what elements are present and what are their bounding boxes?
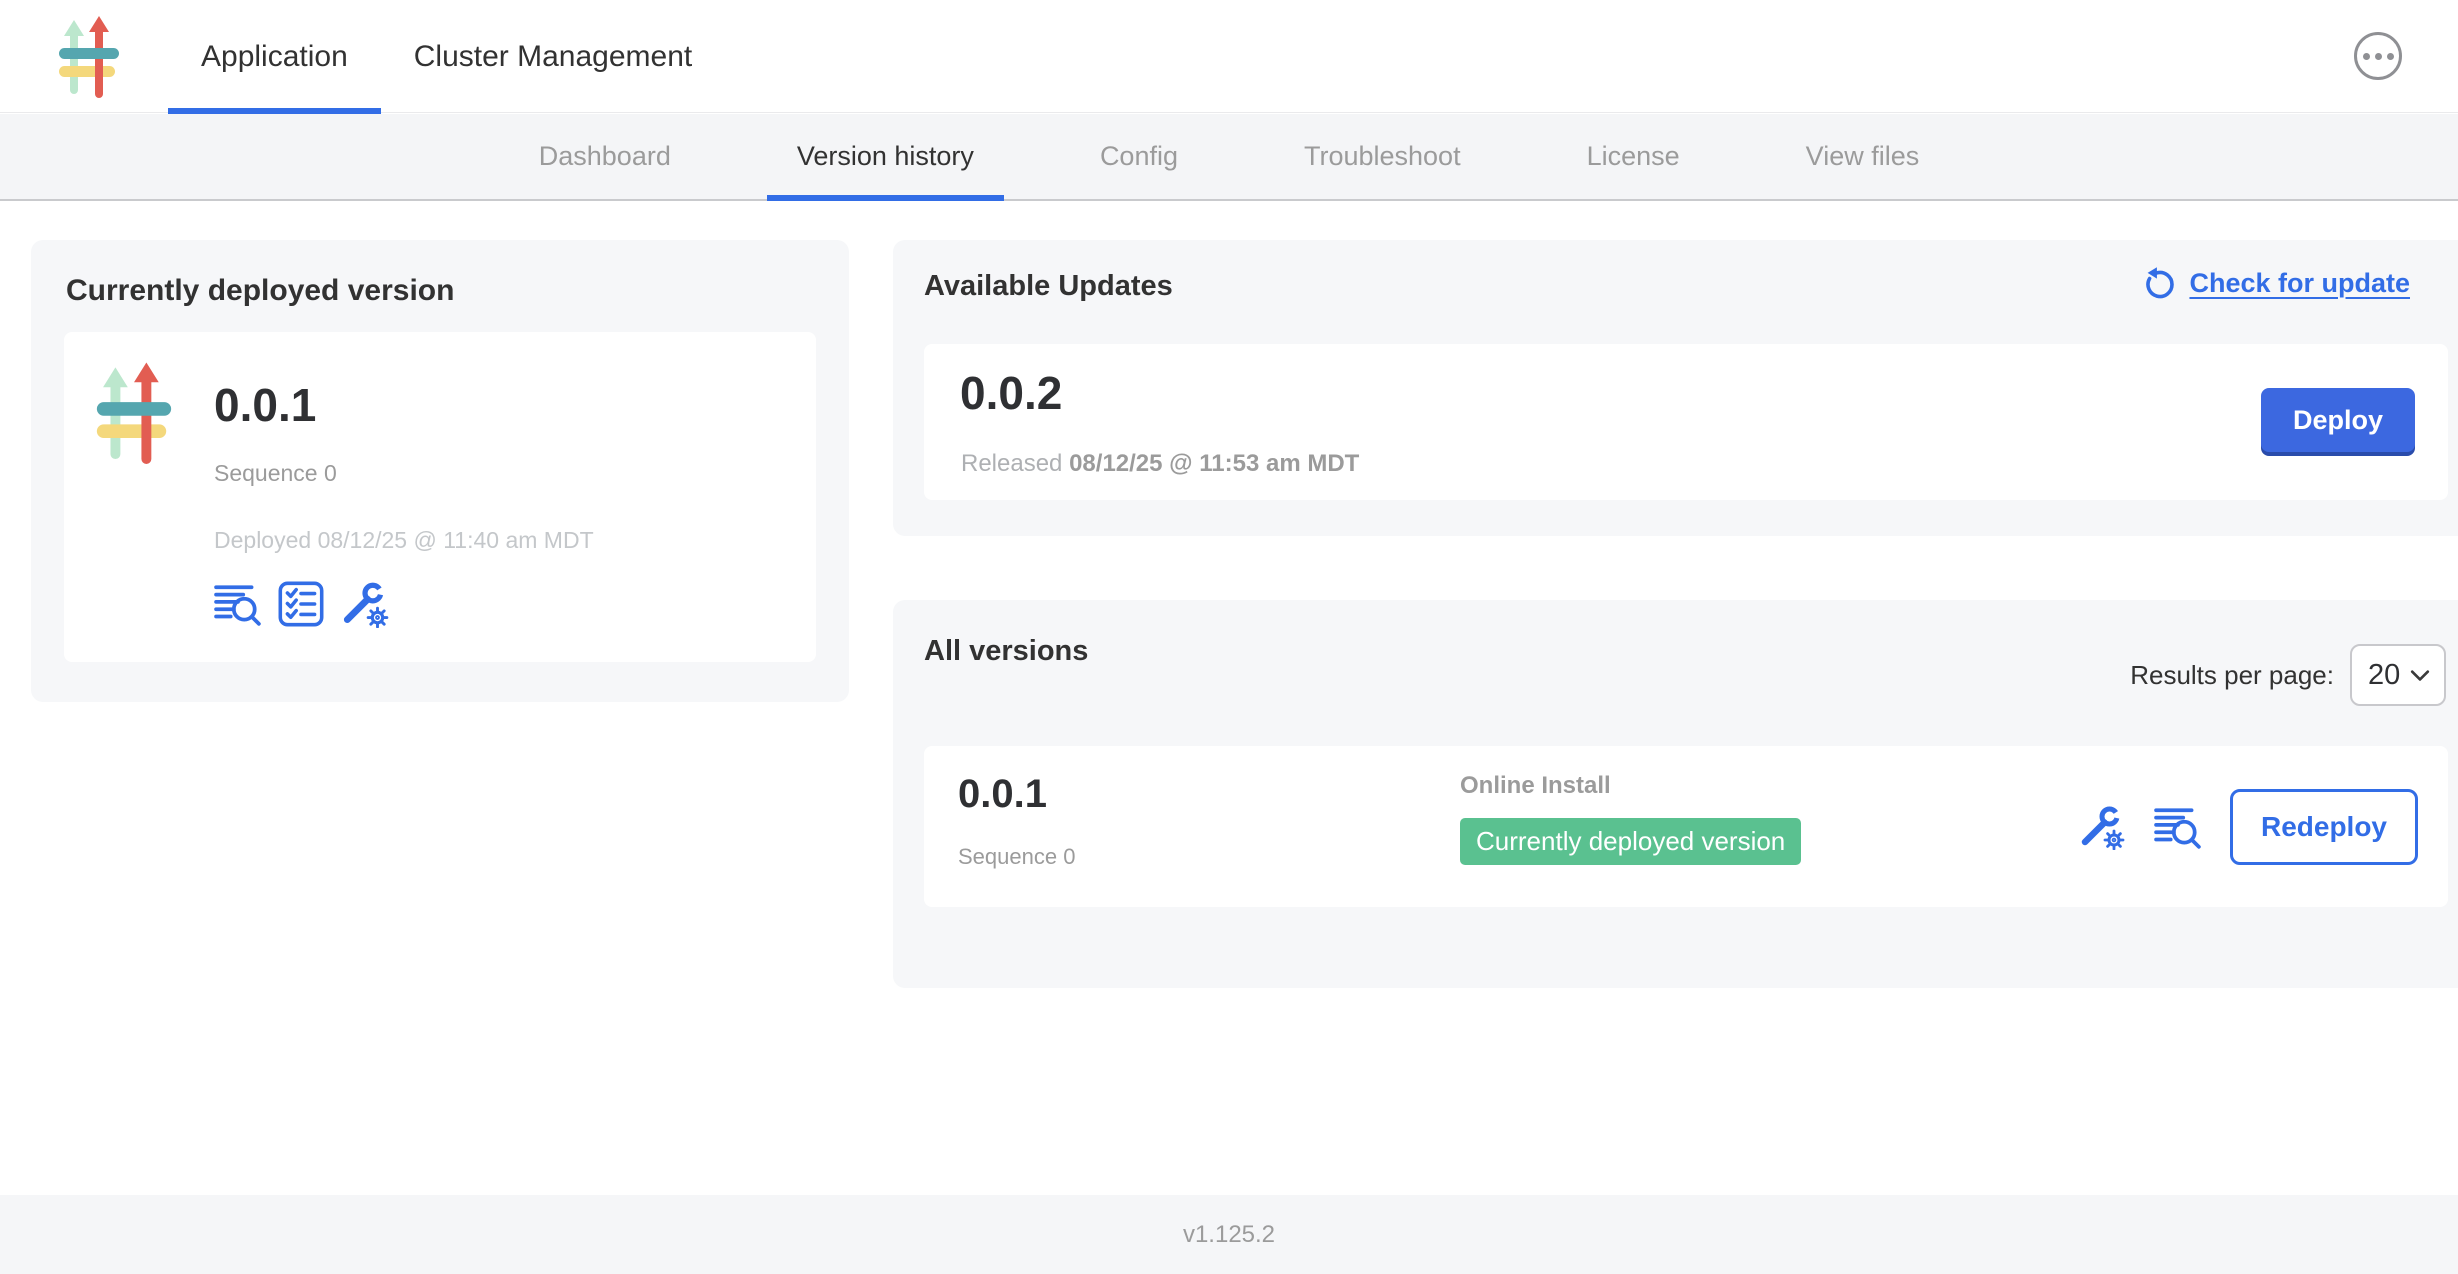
tab-version-history-label: Version history — [797, 141, 974, 172]
update-version-number: 0.0.2 — [960, 366, 1062, 420]
deployed-timestamp: Deployed 08/12/25 @ 11:40 am MDT — [214, 527, 594, 554]
check-for-update-label: Check for update — [2189, 268, 2410, 299]
row-sequence: Sequence 0 — [958, 844, 1075, 870]
edit-config-icon[interactable] — [2078, 804, 2126, 850]
deploy-logs-icon[interactable] — [214, 582, 262, 626]
check-for-update-link[interactable]: Check for update — [2143, 266, 2410, 300]
tab-license-label: License — [1587, 141, 1680, 172]
tab-troubleshoot-label: Troubleshoot — [1304, 141, 1461, 172]
tab-view-files-label: View files — [1806, 141, 1920, 172]
all-versions-title: All versions — [924, 635, 1088, 668]
app-header: Application Cluster Management — [0, 0, 2458, 113]
currently-deployed-title: Currently deployed version — [66, 274, 454, 308]
version-history-page: Application Cluster Management Dashboard… — [0, 0, 2458, 1274]
header-tab-cluster-management-label: Cluster Management — [414, 40, 692, 74]
update-released-timestamp: Released 08/12/25 @ 11:53 am MDT — [961, 450, 1359, 478]
released-prefix: Released — [961, 450, 1062, 477]
deployed-version-actions — [214, 580, 594, 628]
refresh-icon — [2143, 266, 2177, 300]
ellipsis-dot — [2375, 53, 2382, 60]
deployed-version-number: 0.0.1 — [214, 378, 594, 432]
released-date: 08/12/25 @ 11:53 am MDT — [1069, 450, 1359, 477]
tab-view-files[interactable]: View files — [1776, 114, 1950, 199]
tab-dashboard[interactable]: Dashboard — [509, 114, 701, 199]
edit-config-icon[interactable] — [340, 580, 390, 628]
version-row: 0.0.1 Sequence 0 Online Install Currentl… — [924, 746, 2448, 907]
header-tab-application-label: Application — [201, 40, 348, 74]
results-per-page-label: Results per page: — [2130, 660, 2334, 691]
ellipsis-dot — [2387, 53, 2394, 60]
footer: v1.125.2 — [0, 1195, 2458, 1274]
header-nav: Application Cluster Management — [168, 0, 725, 113]
app-logo-icon — [94, 360, 174, 464]
tab-config[interactable]: Config — [1070, 114, 1208, 199]
row-version-number: 0.0.1 — [958, 772, 1047, 817]
available-update-row: 0.0.2 Released 08/12/25 @ 11:53 am MDT D… — [924, 344, 2448, 500]
deploy-logs-icon[interactable] — [2154, 805, 2202, 849]
currently-deployed-version-card: 0.0.1 Sequence 0 Deployed 08/12/25 @ 11:… — [64, 332, 816, 662]
redeploy-button[interactable]: Redeploy — [2230, 789, 2418, 865]
available-updates-title: Available Updates — [924, 270, 1173, 303]
results-per-page-select[interactable]: 20 — [2350, 644, 2446, 706]
tab-license[interactable]: License — [1557, 114, 1710, 199]
deployed-sequence: Sequence 0 — [214, 460, 594, 487]
tab-dashboard-label: Dashboard — [539, 141, 671, 172]
deploy-button[interactable]: Deploy — [2261, 388, 2415, 452]
tab-version-history[interactable]: Version history — [767, 114, 1004, 199]
console-version: v1.125.2 — [1183, 1221, 1275, 1249]
results-per-page-value: 20 — [2368, 659, 2400, 692]
available-updates-card: Available Updates Check for update 0.0.2… — [893, 240, 2458, 536]
results-per-page: Results per page: 20 — [2130, 644, 2446, 706]
header-tab-cluster-management[interactable]: Cluster Management — [381, 0, 725, 113]
all-versions-card: All versions Results per page: 20 0.0.1 … — [893, 600, 2458, 988]
app-logo-icon — [57, 14, 121, 98]
row-install-type: Online Install — [1460, 772, 1801, 800]
chevron-down-icon — [2410, 668, 2430, 682]
tab-config-label: Config — [1100, 141, 1178, 172]
row-actions: Redeploy — [2078, 746, 2418, 907]
ellipsis-dot — [2363, 53, 2370, 60]
preflight-checks-icon[interactable] — [278, 581, 324, 627]
currently-deployed-badge: Currently deployed version — [1460, 818, 1801, 865]
tab-troubleshoot[interactable]: Troubleshoot — [1274, 114, 1491, 199]
header-tab-application[interactable]: Application — [168, 0, 381, 113]
overflow-menu-button[interactable] — [2354, 32, 2402, 80]
app-subnav: Dashboard Version history Config Trouble… — [0, 114, 2458, 201]
currently-deployed-card: Currently deployed version 0.0.1 Sequenc… — [31, 240, 849, 702]
